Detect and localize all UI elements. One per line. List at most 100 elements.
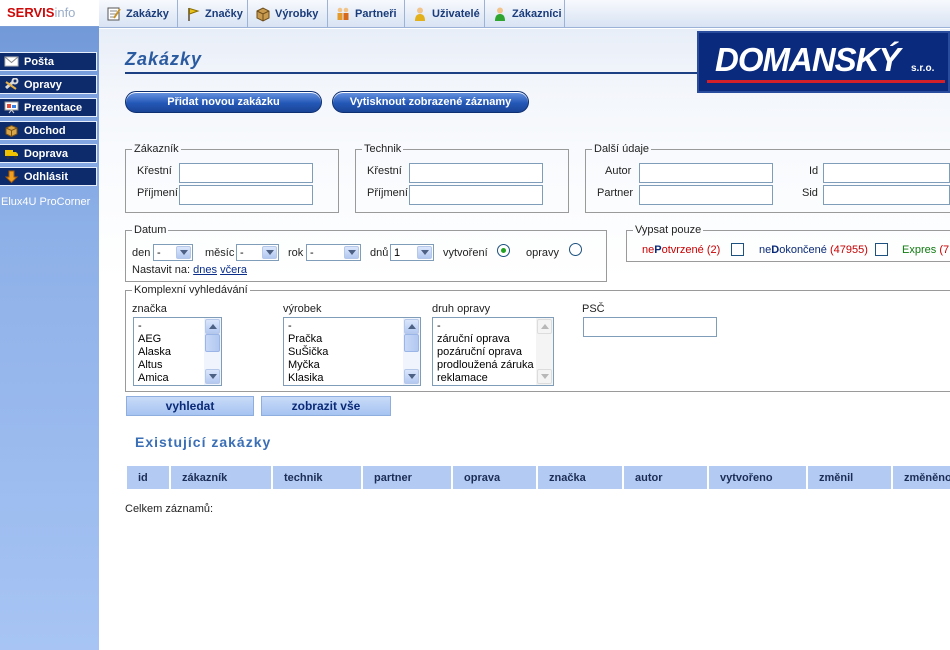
column-header-author[interactable]: autor bbox=[624, 466, 709, 489]
show-all-button[interactable]: zobrazit vše bbox=[261, 396, 391, 416]
yesterday-link[interactable]: včera bbox=[220, 264, 247, 276]
partner-input[interactable] bbox=[639, 185, 773, 205]
top-menu-item-zakazky[interactable]: Zakázky bbox=[99, 0, 178, 28]
sidebar: SERVISinfo Pošta Opravy Prezentace Obcho… bbox=[0, 0, 99, 650]
month-label: měsíc bbox=[205, 247, 235, 259]
list-item[interactable]: Alaska bbox=[138, 346, 171, 359]
sidebar-item-odhlasit[interactable]: Odhlásit bbox=[0, 167, 97, 186]
top-menu-item-zakaznici[interactable]: Zákazníci bbox=[485, 0, 565, 28]
list-item[interactable]: - bbox=[138, 320, 171, 333]
list-item[interactable]: Altus bbox=[138, 359, 171, 372]
product-listbox[interactable]: - Pračka SuŠička Myčka Klasika bbox=[283, 317, 421, 386]
top-menu-item-znacky[interactable]: Značky bbox=[178, 0, 248, 28]
scrollbar-thumb[interactable] bbox=[205, 334, 220, 352]
list-item[interactable]: - bbox=[288, 320, 328, 333]
day-select[interactable]: - bbox=[153, 244, 193, 261]
mail-icon bbox=[3, 55, 20, 69]
top-menu-item-vyrobky[interactable]: Výrobky bbox=[248, 0, 328, 28]
top-menu-item-partneri[interactable]: Partneři bbox=[328, 0, 405, 28]
other-legend: Další údaje bbox=[594, 143, 650, 155]
unfinished-caps: D bbox=[771, 244, 780, 256]
technician-first-input[interactable] bbox=[409, 163, 543, 183]
year-select[interactable]: - bbox=[306, 244, 361, 261]
chevron-down-icon[interactable] bbox=[404, 369, 419, 384]
unfinished-checkbox[interactable] bbox=[875, 243, 888, 256]
sidebar-item-prezentace[interactable]: Prezentace bbox=[0, 98, 97, 117]
unconfirmed-label: nePotvrzené (2) bbox=[642, 244, 720, 256]
column-header-changed-by[interactable]: změnil bbox=[808, 466, 893, 489]
column-header-changed[interactable]: změněno bbox=[893, 466, 950, 489]
logo-sub: info bbox=[54, 5, 76, 20]
chevron-down-icon bbox=[262, 246, 277, 259]
list-item[interactable]: SuŠička bbox=[288, 346, 328, 359]
id-label: Id bbox=[809, 165, 819, 177]
list-item[interactable]: AEG bbox=[138, 333, 171, 346]
created-radio[interactable] bbox=[497, 244, 510, 257]
main-content: Zakázky DOMANSKÝ s.r.o. Přidat novou zak… bbox=[99, 29, 950, 650]
unconfirmed-checkbox[interactable] bbox=[731, 243, 744, 256]
customer-legend: Zákazník bbox=[134, 143, 179, 155]
scrollbar[interactable] bbox=[204, 318, 221, 385]
column-header-created[interactable]: vytvořeno bbox=[709, 466, 808, 489]
sidebar-item-posta[interactable]: Pošta bbox=[0, 52, 97, 71]
column-header-customer[interactable]: zákazník bbox=[171, 466, 273, 489]
partner-label: Partner bbox=[597, 187, 634, 199]
sid-input[interactable] bbox=[823, 185, 950, 205]
sidebar-item-label: Prezentace bbox=[24, 101, 83, 114]
customer-icon bbox=[492, 6, 508, 22]
chevron-up-icon[interactable] bbox=[205, 319, 220, 334]
scrollbar-thumb[interactable] bbox=[404, 334, 419, 352]
scrollbar[interactable] bbox=[536, 318, 553, 385]
top-menu-item-uzivatele[interactable]: Uživatelé bbox=[405, 0, 485, 28]
column-header-repair[interactable]: oprava bbox=[453, 466, 538, 489]
list-item[interactable]: záruční oprava bbox=[437, 333, 534, 346]
truck-icon bbox=[3, 147, 20, 161]
repairs-radio[interactable] bbox=[569, 243, 582, 256]
column-header-technician[interactable]: technik bbox=[273, 466, 363, 489]
chevron-up-icon[interactable] bbox=[404, 319, 419, 334]
list-item[interactable]: prodloužená záruka bbox=[437, 359, 534, 372]
list-item[interactable]: - bbox=[437, 320, 534, 333]
customer-first-input[interactable] bbox=[179, 163, 313, 183]
search-button[interactable]: vyhledat bbox=[126, 396, 254, 416]
column-header-id[interactable]: id bbox=[127, 466, 171, 489]
app-logo[interactable]: SERVISinfo bbox=[0, 0, 99, 27]
sidebar-item-opravy[interactable]: Opravy bbox=[0, 75, 97, 94]
chevron-down-icon bbox=[417, 246, 432, 259]
id-input[interactable] bbox=[823, 163, 950, 183]
customer-last-input[interactable] bbox=[179, 185, 313, 205]
chevron-down-icon bbox=[344, 246, 359, 259]
customer-first-label: Křestní bbox=[137, 165, 172, 177]
column-header-brand[interactable]: značka bbox=[538, 466, 624, 489]
scrollbar[interactable] bbox=[403, 318, 420, 385]
brand-listbox[interactable]: - AEG Alaska Altus Amica bbox=[133, 317, 222, 386]
list-item[interactable]: Myčka bbox=[288, 359, 328, 372]
chevron-down-icon[interactable] bbox=[537, 369, 552, 384]
repairs-label: opravy bbox=[526, 247, 560, 259]
list-item[interactable]: Amica bbox=[138, 372, 171, 385]
print-records-button[interactable]: Vytisknout zobrazené záznamy bbox=[332, 91, 529, 113]
list-item[interactable]: pozáruční oprava bbox=[437, 346, 534, 359]
author-input[interactable] bbox=[639, 163, 773, 183]
column-header-partner[interactable]: partner bbox=[363, 466, 453, 489]
technician-last-input[interactable] bbox=[409, 185, 543, 205]
days-select-value: 1 bbox=[394, 246, 401, 259]
month-select[interactable]: - bbox=[236, 244, 279, 261]
chevron-down-icon[interactable] bbox=[205, 369, 220, 384]
sidebar-item-doprava[interactable]: Doprava bbox=[0, 144, 97, 163]
list-item[interactable]: reklamace bbox=[437, 372, 534, 385]
add-order-button[interactable]: Přidat novou zakázku bbox=[125, 91, 322, 113]
unfinished-label: neDokončené (47955) bbox=[759, 244, 868, 256]
list-item[interactable]: Pračka bbox=[288, 333, 328, 346]
psc-input[interactable] bbox=[583, 317, 717, 337]
unconfirmed-post: otvrzené bbox=[661, 244, 704, 256]
top-menu-label: Partneři bbox=[355, 8, 397, 20]
list-item[interactable]: Klasika bbox=[288, 372, 328, 385]
repair-type-listbox[interactable]: - záruční oprava pozáruční oprava prodlo… bbox=[432, 317, 554, 386]
repair-type-label: druh opravy bbox=[432, 303, 491, 315]
logo-main: SERVIS bbox=[7, 5, 55, 20]
today-link[interactable]: dnes bbox=[193, 264, 217, 276]
chevron-up-icon[interactable] bbox=[537, 319, 552, 334]
sidebar-item-obchod[interactable]: Obchod bbox=[0, 121, 97, 140]
days-select[interactable]: 1 bbox=[390, 244, 434, 261]
